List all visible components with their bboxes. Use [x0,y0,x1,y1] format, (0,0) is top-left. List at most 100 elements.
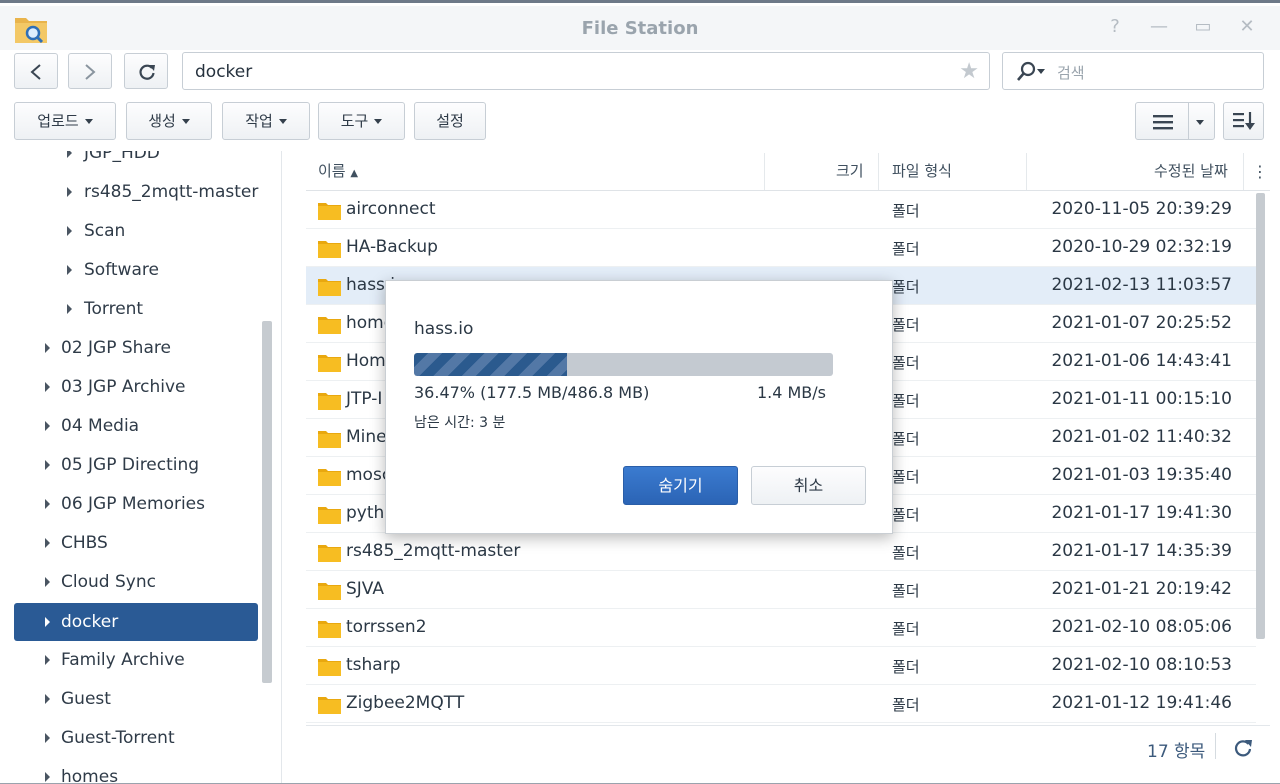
column-header-size[interactable]: 크기 [836,153,864,190]
tools-button[interactable]: 도구 [318,102,405,140]
folder-icon [318,697,341,714]
settings-button[interactable]: 설정 [414,102,486,140]
file-date: 2021-02-10 08:05:06 [1051,617,1232,637]
file-type: 폴더 [892,582,920,600]
back-button[interactable] [14,53,58,89]
tree-item-label: 05 JGP Directing [61,455,200,475]
file-name: Hom [346,351,386,371]
file-date: 2021-01-03 19:35:40 [1051,465,1232,485]
tree-item[interactable]: Family Archive [14,641,258,679]
folder-icon [318,317,341,334]
file-type: 폴더 [892,240,920,258]
file-name: SJVA [346,579,384,599]
file-name: tsharp [346,655,401,675]
file-date: 2021-01-06 14:43:41 [1051,351,1232,371]
tree-item[interactable]: Guest [14,680,258,718]
column-header-modified[interactable]: 수정된 날짜 [1154,153,1228,190]
maximize-icon[interactable]: ▭ [1192,16,1214,38]
tree-item-label: docker [61,612,119,632]
forward-button[interactable] [68,53,112,89]
tree-item-label: 03 JGP Archive [61,377,186,397]
create-button[interactable]: 생성 [126,102,212,140]
tree-item[interactable]: 03 JGP Archive [14,368,258,406]
chevron-down-icon[interactable] [1196,120,1204,125]
file-type: 폴더 [892,544,920,562]
tree-item-label: rs485_2mqtt-master [84,182,259,202]
create-label: 생성 [148,112,176,130]
file-type: 폴더 [892,620,920,638]
folder-icon [318,431,341,448]
title-bar: File Station ? — ▭ ✕ [0,6,1280,50]
favorite-star-icon[interactable]: ★ [959,59,979,84]
file-type: 폴더 [892,354,920,372]
list-header: 이름 ▲ 크기 파일 형식 수정된 날짜 ⋮ [306,153,1270,191]
file-name: torrssen2 [346,617,427,637]
tree-item-selected[interactable]: docker [14,603,258,641]
tree-item[interactable]: homes [14,758,258,784]
table-row[interactable]: Zigbee2MQTT 폴더 2021-01-12 19:41:46 [306,685,1256,723]
search-icon [1017,61,1036,81]
tree-item[interactable]: CHBS [14,524,258,562]
tree-item-label: Cloud Sync [61,572,156,592]
folder-icon [318,241,341,258]
cancel-button[interactable]: 취소 [751,466,866,505]
tree-item[interactable]: JGP_HDD [64,151,264,172]
refresh-icon[interactable] [1233,738,1253,758]
file-type: 폴더 [892,468,920,486]
search-input[interactable]: 검색 [1002,52,1264,90]
sort-ascending-icon: ▲ [350,168,359,179]
tree-item[interactable]: Software [64,251,264,289]
table-row[interactable]: airconnect 폴더 2020-11-05 20:39:29 [306,191,1256,229]
search-options-caret-icon[interactable] [1037,69,1045,74]
upload-progress-dialog: hass.io 36.47% (177.5 MB/486.8 MB) 1.4 M… [385,280,893,534]
file-date: 2021-01-21 20:19:42 [1051,579,1232,599]
action-button[interactable]: 작업 [222,102,310,140]
chevron-down-icon [374,119,383,124]
file-name: rs485_2mqtt-master [346,541,521,561]
tree-item[interactable]: Torrent [64,290,264,328]
sort-button[interactable] [1223,102,1264,140]
folder-icon [318,545,341,562]
column-options-icon[interactable]: ⋮ [1252,153,1268,190]
file-type: 폴더 [892,202,920,220]
sidebar-scrollbar[interactable] [262,321,272,683]
table-row[interactable]: tsharp 폴더 2021-02-10 08:10:53 [306,647,1256,685]
folder-icon [318,621,341,638]
file-date: 2021-01-02 11:40:32 [1051,427,1232,447]
upload-button[interactable]: 업로드 [14,102,116,140]
file-date: 2020-11-05 20:39:29 [1051,199,1232,219]
table-row[interactable]: SJVA 폴더 2021-01-21 20:19:42 [306,571,1256,609]
tree-item[interactable]: 06 JGP Memories [14,485,258,523]
tree-item[interactable]: 04 Media [14,407,258,445]
path-field[interactable]: docker ★ [182,52,990,90]
file-date: 2021-02-10 08:10:53 [1051,655,1232,675]
table-row[interactable]: torrssen2 폴더 2021-02-10 08:05:06 [306,609,1256,647]
close-icon[interactable]: ✕ [1236,16,1258,38]
window-title: File Station [581,18,699,39]
file-type: 폴더 [892,658,920,676]
column-header-name[interactable]: 이름 ▲ [318,153,358,190]
tree-item-label: 06 JGP Memories [61,494,205,514]
file-date: 2021-01-17 19:41:30 [1051,503,1232,523]
column-name-label: 이름 [318,162,346,180]
file-station-window: File Station ? — ▭ ✕ docker ★ 검색 업로드 생성 … [0,0,1280,784]
help-icon[interactable]: ? [1104,16,1126,38]
table-row[interactable]: rs485_2mqtt-master 폴더 2021-01-17 14:35:39 [306,533,1256,571]
table-row[interactable]: HA-Backup 폴더 2020-10-29 02:32:19 [306,229,1256,267]
tree-item[interactable]: Scan [64,212,264,250]
refresh-button[interactable] [124,53,168,89]
column-header-type[interactable]: 파일 형식 [892,153,952,190]
tree-item[interactable]: 02 JGP Share [14,329,258,367]
tree-item-label: Software [84,260,159,280]
hide-button[interactable]: 숨기기 [623,466,738,505]
tree-item-label: CHBS [61,533,108,553]
minimize-icon[interactable]: — [1148,16,1170,38]
tree-item[interactable]: Cloud Sync [14,563,258,601]
tree-item[interactable]: rs485_2mqtt-master [64,173,264,211]
file-name: pyth [346,503,385,523]
tree-item[interactable]: Guest-Torrent [14,719,258,757]
tree-item[interactable]: 05 JGP Directing [14,446,258,484]
view-mode-button[interactable] [1135,102,1215,140]
tree-item-label: JGP_HDD [84,151,160,163]
file-list-scrollbar[interactable] [1256,193,1265,639]
